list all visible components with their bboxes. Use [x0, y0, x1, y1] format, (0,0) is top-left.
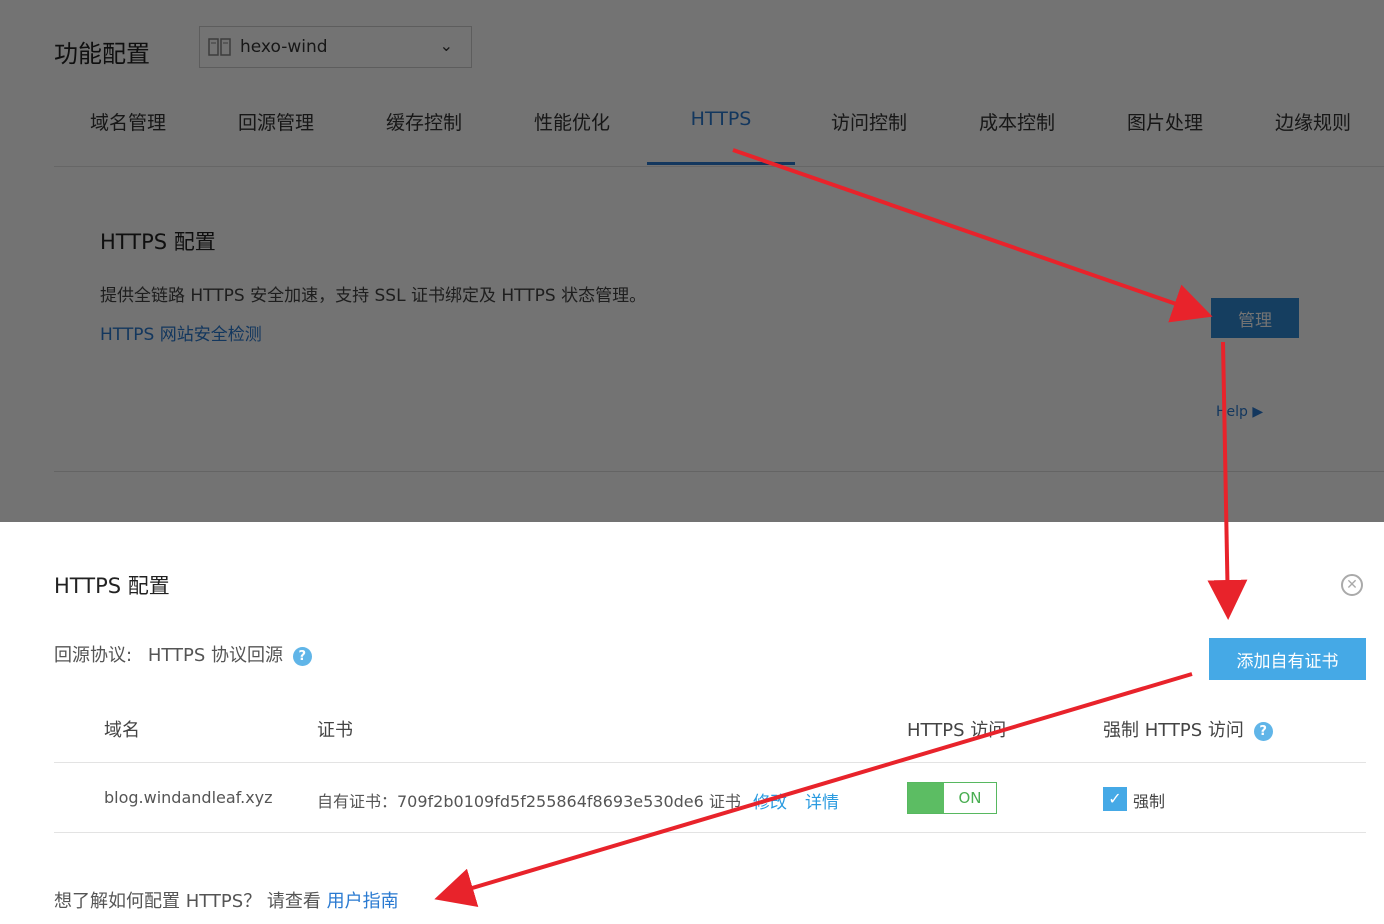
footer-guide: 想了解如何配置 HTTPS？ 请查看 用户指南: [54, 887, 399, 913]
column-header-cert: 证书: [317, 720, 353, 741]
chevron-down-icon: ⌄: [439, 36, 453, 55]
user-guide-link[interactable]: 用户指南: [327, 891, 399, 912]
origin-protocol: 回源协议: HTTPS 协议回源 ?: [54, 641, 312, 667]
page-title: 功能配置: [54, 40, 150, 68]
row-domain: blog.windandleaf.xyz: [104, 788, 273, 807]
footer-text: 想了解如何配置 HTTPS？ 请查看: [54, 891, 321, 912]
panel-title: HTTPS 配置: [54, 574, 170, 598]
https-access-toggle[interactable]: ON: [907, 782, 997, 814]
row-cert: 自有证书：709f2b0109fd5f255864f8693e530de6 证书: [317, 792, 741, 811]
origin-protocol-label: 回源协议:: [54, 645, 133, 666]
tab-access-control[interactable]: 访问控制: [795, 108, 943, 135]
background-page: 功能配置 hexo-wind ⌄ 域名管理 回源管理 缓存控制 性能优化 HTT…: [0, 0, 1384, 522]
domain-select[interactable]: hexo-wind ⌄: [199, 26, 472, 68]
toggle-knob: [908, 783, 944, 813]
column-header-force-https-label: 强制 HTTPS 访问: [1103, 720, 1244, 741]
add-cert-button[interactable]: 添加自有证书: [1209, 638, 1366, 680]
tab-domain[interactable]: 域名管理: [54, 108, 202, 135]
toggle-label: ON: [958, 789, 982, 807]
help-question-icon[interactable]: ?: [1253, 721, 1273, 741]
active-tab-indicator: [647, 162, 795, 165]
column-header-domain: 域名: [104, 720, 140, 741]
https-section-description: 提供全链路 HTTPS 安全加速，支持 SSL 证书绑定及 HTTPS 状态管理…: [100, 286, 647, 306]
origin-protocol-value: HTTPS 协议回源: [147, 645, 284, 666]
manage-button[interactable]: 管理: [1211, 298, 1299, 338]
close-icon[interactable]: ✕: [1341, 574, 1363, 596]
tab-bar: 域名管理 回源管理 缓存控制 性能优化 HTTPS 访问控制 成本控制 图片处理…: [54, 100, 1384, 167]
help-link[interactable]: Help ▶: [1216, 404, 1263, 420]
table-header-divider: [54, 762, 1366, 763]
detail-link[interactable]: 详情: [805, 788, 839, 813]
tab-origin[interactable]: 回源管理: [202, 108, 350, 135]
edit-link[interactable]: 修改: [753, 788, 787, 813]
server-icon: [208, 37, 232, 57]
column-header-https-access: HTTPS 访问: [907, 720, 1007, 741]
force-https-checkbox[interactable]: ✓: [1103, 787, 1127, 811]
tab-edge-rules[interactable]: 边缘规则: [1239, 108, 1384, 135]
tab-https[interactable]: HTTPS: [647, 108, 795, 130]
tab-cache[interactable]: 缓存控制: [350, 108, 498, 135]
tab-cost-control[interactable]: 成本控制: [943, 108, 1091, 135]
column-header-force-https: 强制 HTTPS 访问 ?: [1103, 716, 1273, 742]
domain-select-value: hexo-wind: [240, 37, 328, 57]
section-divider: [54, 471, 1384, 472]
force-https-label: 强制: [1133, 792, 1166, 811]
https-check-link[interactable]: HTTPS 网站安全检测: [100, 320, 262, 345]
table-row-divider: [54, 832, 1366, 833]
tab-image[interactable]: 图片处理: [1091, 108, 1239, 135]
help-question-icon[interactable]: ?: [292, 646, 312, 666]
https-section-title: HTTPS 配置: [100, 230, 216, 254]
tab-performance[interactable]: 性能优化: [498, 108, 646, 135]
